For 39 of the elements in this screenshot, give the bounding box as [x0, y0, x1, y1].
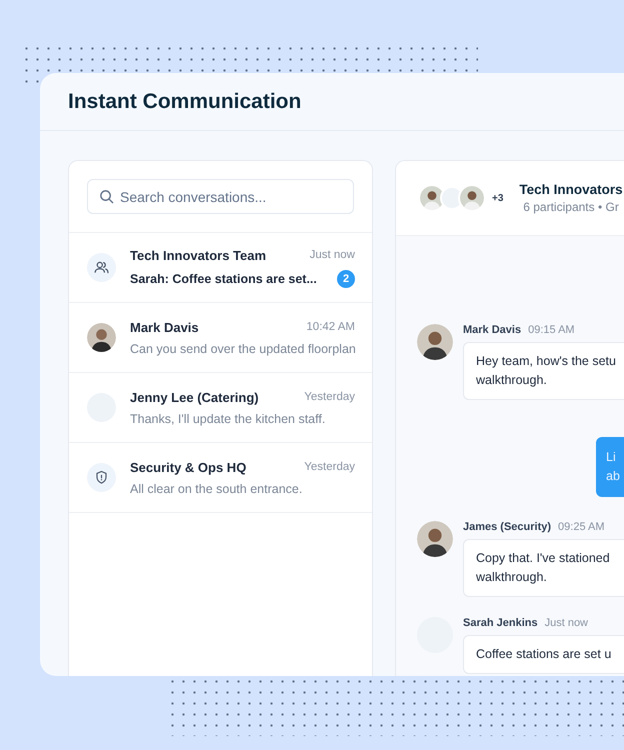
group-icon [87, 253, 116, 282]
message-bubble: Li ab [596, 437, 624, 497]
timestamp: Yesterday [304, 391, 355, 403]
timestamp: Yesterday [304, 461, 355, 473]
timestamp: Just now [544, 617, 588, 629]
timestamp: 09:15 AM [528, 324, 575, 336]
conversation-item[interactable]: Tech Innovators Team Just now Sarah: Coffee stations are set... 2 [69, 233, 372, 303]
avatar [417, 324, 453, 360]
avatar [458, 184, 486, 212]
participant-count: +3 [492, 192, 504, 204]
message-preview: Can you send over the updated floorplan [130, 342, 356, 356]
contact-name: Mark Davis [130, 320, 199, 334]
message-preview: All clear on the south entrance. [130, 482, 302, 496]
sender-name: James (Security) [463, 521, 552, 533]
sender-name: Sarah Jenkins [463, 617, 538, 629]
chat-subtitle: 6 participants • Gr [523, 200, 619, 214]
conversation-item[interactable]: Mark Davis 10:42 AM Can you send over the updated floorplan [69, 303, 372, 373]
chat-title: Tech Innovators [519, 182, 623, 197]
search-icon [99, 189, 114, 204]
avatar [417, 521, 453, 557]
message-preview: Sarah: Coffee stations are set... [130, 272, 317, 286]
contact-name: Security & Ops HQ [130, 460, 246, 474]
search-field[interactable]: Search conversations... [87, 179, 354, 214]
timestamp: Just now [310, 249, 355, 261]
message-preview: Thanks, I'll update the kitchen staff. [130, 412, 326, 426]
timestamp: 10:42 AM [306, 321, 355, 333]
avatar [87, 323, 116, 352]
message-bubble: Hey team, how's the setu walkthrough. [463, 342, 624, 400]
message-bubble: Copy that. I've stationed walkthrough. [463, 539, 624, 597]
unread-count: 2 [337, 270, 355, 288]
message-bubble: Coffee stations are set u [463, 635, 624, 674]
contact-name: Jenny Lee (Catering) [130, 390, 259, 404]
shield-icon [87, 463, 116, 492]
sender-name: Mark Davis [463, 324, 522, 336]
timestamp: 09:25 AM [558, 521, 605, 533]
conversation-item[interactable]: Jenny Lee (Catering) Yesterday Thanks, I'll update the kitchen staff. [69, 373, 372, 443]
window-title: Instant Communication [68, 90, 302, 114]
contact-name: Tech Innovators Team [130, 248, 266, 262]
conversation-item[interactable]: Security & Ops HQ Yesterday All clear on the south entrance. [69, 443, 372, 513]
